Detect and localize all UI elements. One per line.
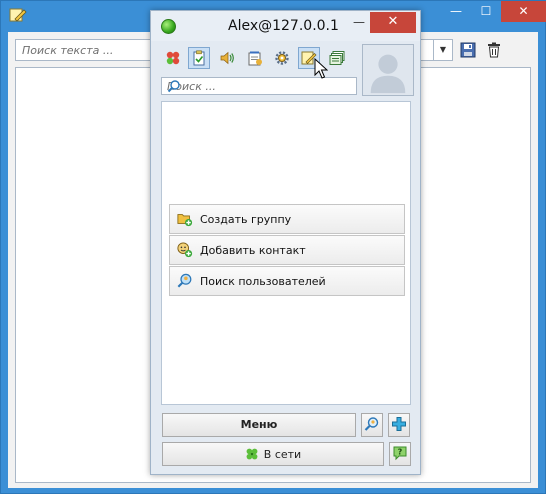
online-status-icon	[161, 19, 176, 34]
save-icon[interactable]	[460, 42, 476, 58]
status-flower-icon[interactable]	[162, 47, 184, 69]
status-button[interactable]: В сети	[162, 442, 384, 466]
add-contact-button[interactable]: Добавить контакт	[169, 235, 405, 265]
svg-text:?: ?	[398, 447, 403, 456]
contact-list-close-button[interactable]: ✕	[370, 12, 416, 33]
mouse-pointer-icon	[314, 57, 329, 80]
plus-icon	[391, 416, 407, 435]
notes-icon[interactable]	[244, 47, 266, 69]
speaker-icon[interactable]	[216, 47, 238, 69]
folder-add-icon	[176, 210, 194, 228]
user-search-icon	[176, 272, 194, 290]
find-users-label: Поиск пользователей	[200, 274, 326, 288]
contact-list-title: Alex@127.0.0.1	[228, 18, 339, 34]
status-label: В сети	[263, 447, 302, 461]
notes-minimize-button[interactable]: —	[441, 1, 471, 22]
menu-button[interactable]: Меню	[162, 413, 356, 437]
create-group-label: Создать группу	[200, 212, 292, 226]
trash-icon[interactable]	[486, 42, 502, 58]
message-history-icon[interactable]	[326, 47, 348, 69]
notes-app-icon	[9, 7, 27, 23]
clipboard-icon[interactable]	[188, 47, 210, 69]
magnifier-icon	[364, 416, 380, 435]
help-icon: ?	[392, 445, 408, 464]
contact-list-titlebar[interactable]: Alex@127.0.0.1 — ✕	[151, 11, 420, 41]
help-button[interactable]: ?	[389, 442, 411, 466]
avatar[interactable]	[362, 44, 414, 96]
search-icon[interactable]	[167, 79, 181, 93]
contact-list-minimize-button[interactable]: —	[349, 15, 369, 31]
notes-search-placeholder: Поиск текста ...	[22, 44, 114, 57]
search-users-button[interactable]	[361, 413, 383, 437]
add-contact-label: Добавить контакт	[200, 243, 306, 257]
add-button[interactable]	[388, 413, 410, 437]
create-group-button[interactable]: Создать группу	[169, 204, 405, 234]
contact-add-icon	[176, 241, 194, 259]
notes-close-button[interactable]: ✕	[501, 1, 546, 22]
find-users-button[interactable]: Поиск пользователей	[169, 266, 405, 296]
notes-combo-chevron-down-icon[interactable]: ▼	[433, 39, 453, 61]
notes-maximize-button[interactable]: ☐	[471, 1, 501, 22]
contact-list-window: Alex@127.0.0.1 — ✕ Поиск ... Создать гру…	[150, 10, 421, 475]
settings-gear-icon[interactable]	[271, 47, 293, 69]
online-flower-icon	[245, 447, 259, 461]
